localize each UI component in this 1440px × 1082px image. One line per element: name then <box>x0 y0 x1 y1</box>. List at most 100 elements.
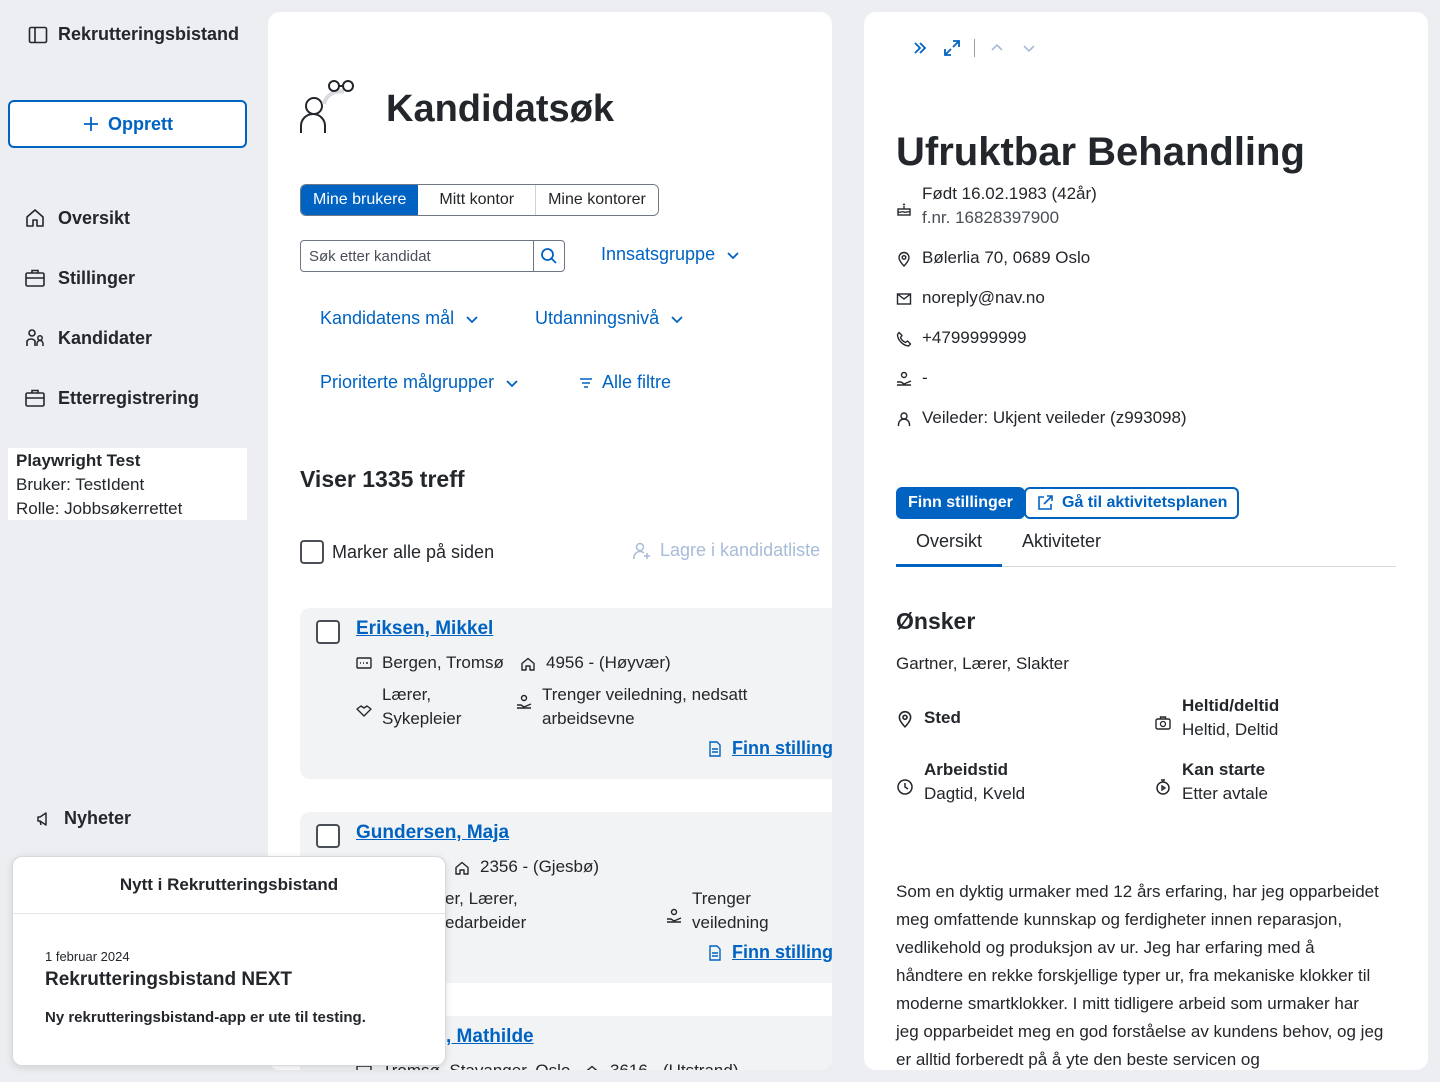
filter-icon <box>578 375 594 391</box>
candidate-checkbox[interactable] <box>316 824 340 848</box>
innsats-text: - <box>922 368 928 387</box>
briefcase-icon <box>24 267 46 289</box>
sidebar-toggle-icon[interactable] <box>28 25 48 45</box>
nav-stillinger[interactable]: Stillinger <box>24 258 244 298</box>
create-label: Opprett <box>108 113 173 134</box>
segment-mine-kontorer[interactable]: Mine kontorer <box>535 185 658 215</box>
pref-text: Heltid/deltid Heltid, Deltid <box>1182 694 1279 742</box>
jobs-text: er, Lærer, edarbeider <box>445 887 526 935</box>
pref-label: Heltid/deltid <box>1182 696 1280 715</box>
find-job-link[interactable]: Finn stilling <box>708 738 832 759</box>
phone-text: +4799999999 <box>922 328 1027 347</box>
candidate-name-link[interactable]: Eriksen, Mikkel <box>356 618 493 640</box>
candidate-need: Trenger veiledning <box>666 887 769 935</box>
find-job-label: Finn stilling <box>732 738 832 758</box>
candidate-name-link[interactable]: Gundersen, Maja <box>356 822 509 844</box>
news-title: Rekrutteringsbistand NEXT <box>45 969 293 990</box>
candidate-address: 4956 - (Høyvær) <box>520 651 671 675</box>
chevron-up-icon[interactable] <box>987 38 1007 58</box>
need-line: arbeidsevne <box>542 709 635 728</box>
search-input[interactable] <box>300 240 534 272</box>
candidate-address: 3616 - (Utstrand) <box>584 1059 739 1070</box>
search-button[interactable] <box>533 240 565 272</box>
chevron-down-icon <box>504 375 520 391</box>
find-job-label: Finn stilling <box>732 942 832 962</box>
find-jobs-button[interactable]: Finn stillinger <box>896 487 1025 519</box>
home-icon <box>24 207 46 229</box>
nav-label: Oversikt <box>58 207 131 228</box>
candidate-places: Bergen, Tromsø <box>356 651 504 675</box>
collapse-panel-icon[interactable] <box>910 38 930 58</box>
cake-icon <box>896 196 912 217</box>
person-add-icon <box>632 541 652 561</box>
segment-mine-brukere[interactable]: Mine brukere <box>301 185 419 215</box>
select-all-checkbox[interactable] <box>300 540 324 564</box>
save-to-list-button[interactable]: Lagre i kandidatliste <box>632 540 820 561</box>
create-button[interactable]: Opprett <box>8 100 247 148</box>
filter-prioriterte-maalgrupper[interactable]: Prioriterte målgrupper <box>320 372 520 393</box>
app-brand[interactable]: Rekrutteringsbistand <box>28 24 239 45</box>
filter-utdanningsniva[interactable]: Utdanningsnivå <box>535 308 685 329</box>
phone-info: +4799999999 <box>896 326 1026 350</box>
filter-label: Alle filtre <box>602 372 672 392</box>
envelope-icon <box>896 286 912 307</box>
select-all[interactable]: Marker alle på siden <box>300 540 494 564</box>
find-job-link[interactable]: Finn stilling <box>708 942 832 963</box>
address-text: 3616 - (Utstrand) <box>610 1059 739 1070</box>
nav-label: Etterregistrering <box>58 387 200 408</box>
birth-text: Født 16.02.1983 (42år) f.nr. 16828397900 <box>922 182 1097 230</box>
candidate-name-link[interactable]: , Mathilde <box>446 1026 534 1048</box>
places-text: Bergen, Tromsø <box>382 653 504 672</box>
tab-aktiviteter[interactable]: Aktiviteter <box>1002 527 1121 567</box>
need-line: Trenger veiledning, nedsatt <box>542 685 748 704</box>
segment-mitt-kontor[interactable]: Mitt kontor <box>418 185 536 215</box>
pref-text: Kan starte Etter avtale <box>1182 758 1268 806</box>
jobs-line: Sykepleier <box>382 709 462 728</box>
filter-label: Kandidatens mål <box>320 308 455 328</box>
document-icon <box>708 944 722 961</box>
chevron-down-icon <box>464 311 480 327</box>
pref-label: Kan starte <box>1182 760 1266 779</box>
external-link-icon <box>1036 494 1054 512</box>
chevron-down-icon[interactable] <box>1019 38 1039 58</box>
need-text: Trenger veiledning, nedsatt arbeidsevne <box>542 683 747 731</box>
expand-icon[interactable] <box>942 38 962 58</box>
jobs-line: er, Lærer, <box>445 889 518 908</box>
candidate-checkbox[interactable] <box>316 620 340 644</box>
briefcase-icon <box>24 387 46 409</box>
birth-date: Født 16.02.1983 (42år) <box>922 184 1097 203</box>
candidate-detail-panel: Ufruktbar Behandling Født 16.02.1983 (42… <box>864 12 1428 1070</box>
news-text: Ny rekrutteringsbistand-app er ute til t… <box>45 1009 366 1026</box>
news-date: 1 februar 2024 <box>45 949 130 964</box>
wishes-value: Gartner, Lærer, Slakter <box>896 654 1069 673</box>
tab-oversikt[interactable]: Oversikt <box>896 527 1003 567</box>
jobs-line: edarbeider <box>445 913 527 932</box>
national-id: f.nr. 16828397900 <box>922 208 1060 227</box>
filter-alle-filtre[interactable]: Alle filtre <box>578 372 671 393</box>
handshake-icon <box>356 699 372 718</box>
megaphone-icon <box>36 811 52 827</box>
nav-oversikt[interactable]: Oversikt <box>24 198 244 238</box>
app-title: Rekrutteringsbistand <box>58 24 240 44</box>
address-info: Bølerlia 70, 0689 Oslo <box>896 246 1090 270</box>
activity-plan-button[interactable]: Gå til aktivitetsplanen <box>1024 487 1240 519</box>
filter-innsatsgruppe[interactable]: Innsatsgruppe <box>601 244 741 265</box>
hand-support-icon <box>896 366 912 387</box>
user-name: Playwright Test <box>16 451 141 470</box>
pref-value: Dagtid, Kveld <box>924 784 1026 803</box>
pref-value: Heltid, Deltid <box>1182 720 1279 739</box>
pref-label: Sted <box>924 708 961 727</box>
filter-kandidatens-maal[interactable]: Kandidatens mål <box>320 308 480 329</box>
nav-nyheter[interactable]: Nyheter <box>36 808 131 829</box>
activity-plan-label: Gå til aktivitetsplanen <box>1062 494 1228 511</box>
veileder-text: Veileder: Ukjent veileder (z993098) <box>922 408 1187 427</box>
nav-label: Nyheter <box>64 808 132 828</box>
page-title: Kandidatsøk <box>386 88 615 130</box>
need-text: Trenger veiledning <box>692 887 769 935</box>
people-icon <box>24 327 46 349</box>
nav-kandidater[interactable]: Kandidater <box>24 318 244 358</box>
nav-etterregistrering[interactable]: Etterregistrering <box>24 378 244 418</box>
nav-label: Stillinger <box>58 267 136 288</box>
candidate-name: Ufruktbar Behandling <box>896 130 1305 174</box>
news-header: Nytt i Rekrutteringsbistand <box>13 857 445 914</box>
